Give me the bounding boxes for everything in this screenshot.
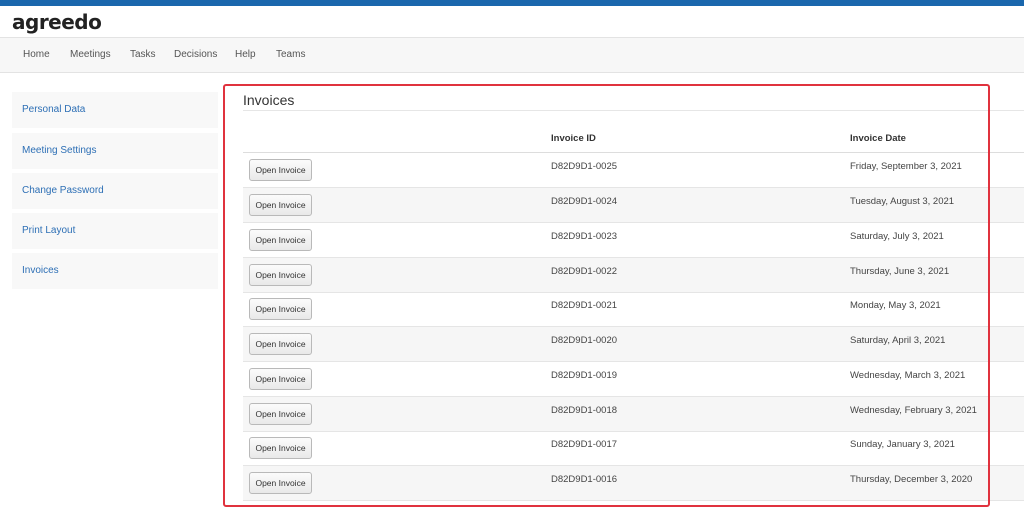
nav-decisions[interactable]: Decisions xyxy=(174,49,217,60)
open-invoice-button[interactable]: Open Invoice xyxy=(249,194,312,216)
open-invoice-button[interactable]: Open Invoice xyxy=(249,403,312,425)
sidebar-item-meeting-settings[interactable]: Meeting Settings xyxy=(12,133,218,169)
invoice-id: D82D9D1-0024 xyxy=(551,196,618,207)
table-row: Open Invoice D82D9D1-0021 Monday, May 3,… xyxy=(243,292,1024,327)
main-nav: Home Meetings Tasks Decisions Help Teams xyxy=(0,37,1024,73)
sidebar-item-personal-data[interactable]: Personal Data xyxy=(12,92,218,128)
nav-teams[interactable]: Teams xyxy=(276,49,305,60)
table-row: Open Invoice D82D9D1-0016 Thursday, Dece… xyxy=(243,466,1024,501)
table-row: Open Invoice D82D9D1-0017 Sunday, Januar… xyxy=(243,431,1024,466)
invoice-date: Saturday, April 3, 2021 xyxy=(850,335,946,346)
table-row: Open Invoice D82D9D1-0025 Friday, Septem… xyxy=(243,153,1024,188)
invoice-date: Saturday, July 3, 2021 xyxy=(850,231,944,242)
open-invoice-button[interactable]: Open Invoice xyxy=(249,437,312,459)
table-row: Open Invoice D82D9D1-0024 Tuesday, Augus… xyxy=(243,188,1024,223)
invoice-date: Sunday, January 3, 2021 xyxy=(850,439,955,450)
table-row: Open Invoice D82D9D1-0022 Thursday, June… xyxy=(243,258,1024,293)
title-divider xyxy=(243,110,1024,111)
table-row: Open Invoice D82D9D1-0018 Wednesday, Feb… xyxy=(243,397,1024,432)
nav-home[interactable]: Home xyxy=(23,49,50,60)
table-row: Open Invoice D82D9D1-0020 Saturday, Apri… xyxy=(243,327,1024,362)
invoice-id: D82D9D1-0023 xyxy=(551,231,618,242)
invoice-id: D82D9D1-0016 xyxy=(551,474,618,485)
invoice-id: D82D9D1-0018 xyxy=(551,405,618,416)
invoice-date: Wednesday, February 3, 2021 xyxy=(850,405,977,416)
invoice-date: Friday, September 3, 2021 xyxy=(850,161,962,172)
column-header-invoice-id[interactable]: Invoice ID xyxy=(551,133,596,144)
header: agreedo xyxy=(0,6,1024,37)
invoice-id: D82D9D1-0019 xyxy=(551,370,618,381)
invoice-date: Thursday, December 3, 2020 xyxy=(850,474,973,485)
invoice-id: D82D9D1-0025 xyxy=(551,161,618,172)
invoice-id: D82D9D1-0017 xyxy=(551,439,618,450)
open-invoice-button[interactable]: Open Invoice xyxy=(249,298,312,320)
table-row: Open Invoice D82D9D1-0019 Wednesday, Mar… xyxy=(243,362,1024,397)
open-invoice-button[interactable]: Open Invoice xyxy=(249,368,312,390)
invoice-date: Thursday, June 3, 2021 xyxy=(850,266,950,277)
nav-tasks[interactable]: Tasks xyxy=(130,49,156,60)
sidebar-item-invoices[interactable]: Invoices xyxy=(12,253,218,289)
column-header-invoice-date[interactable]: Invoice Date xyxy=(850,133,906,144)
invoice-date: Monday, May 3, 2021 xyxy=(850,300,941,311)
invoice-id: D82D9D1-0020 xyxy=(551,335,618,346)
open-invoice-button[interactable]: Open Invoice xyxy=(249,264,312,286)
invoice-date: Wednesday, March 3, 2021 xyxy=(850,370,966,381)
table-row: Open Invoice D82D9D1-0023 Saturday, July… xyxy=(243,223,1024,258)
nav-meetings[interactable]: Meetings xyxy=(70,49,111,60)
nav-help[interactable]: Help xyxy=(235,49,256,60)
sidebar-item-print-layout[interactable]: Print Layout xyxy=(12,213,218,249)
open-invoice-button[interactable]: Open Invoice xyxy=(249,472,312,494)
logo[interactable]: agreedo xyxy=(12,11,102,33)
sidebar-item-change-password[interactable]: Change Password xyxy=(12,173,218,209)
invoice-id: D82D9D1-0022 xyxy=(551,266,618,277)
open-invoice-button[interactable]: Open Invoice xyxy=(249,333,312,355)
page-title: Invoices xyxy=(243,92,295,108)
open-invoice-button[interactable]: Open Invoice xyxy=(249,229,312,251)
invoice-date: Tuesday, August 3, 2021 xyxy=(850,196,955,207)
invoice-id: D82D9D1-0021 xyxy=(551,300,618,311)
open-invoice-button[interactable]: Open Invoice xyxy=(249,159,312,181)
